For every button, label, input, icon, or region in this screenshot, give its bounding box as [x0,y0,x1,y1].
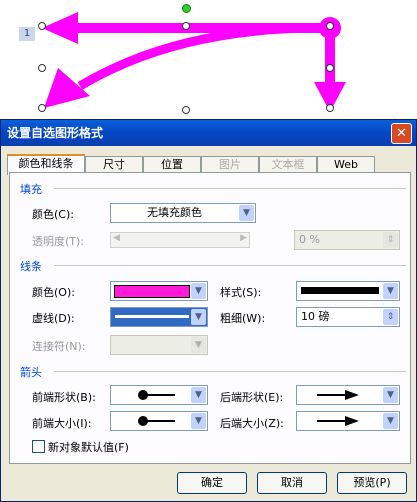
chevron-down-icon[interactable]: ▼ [191,387,206,403]
arrow-shapes[interactable] [0,0,417,120]
chevron-left-icon: ◀ [113,233,120,243]
chevron-down-icon[interactable]: ▼ [239,205,254,221]
begin-style-label: 前端形状(B): [32,391,96,404]
end-size-select[interactable]: ▼ [296,411,400,431]
dash-preview [115,315,189,318]
line-color-select[interactable]: ▼ [110,281,208,301]
dash-label: 虚线(D): [32,312,75,325]
transparency-value: 0 % [299,233,320,246]
resize-handle-bm[interactable] [182,106,190,114]
end-size-label: 后端大小(Z): [220,417,284,430]
spin-icon[interactable]: ⇕ [383,309,398,325]
divider [54,371,406,372]
begin-size-label: 前端大小(I): [32,417,92,430]
ok-button[interactable]: 确定 [177,472,247,494]
transparency-input: 0 % ⇕ [294,230,400,250]
rotation-handle[interactable] [182,4,191,13]
resize-handle-tm[interactable] [182,22,190,30]
end-style-select[interactable]: ▼ [296,385,400,405]
arrowhead-icon [317,390,359,400]
cancel-button[interactable]: 取消 [257,472,327,494]
line-weight-label: 粗细(W): [220,312,266,325]
transparency-label: 透明度(T): [32,235,85,248]
chevron-down-icon[interactable]: ▼ [383,283,398,299]
preview-button[interactable]: 预览(P) [337,472,407,494]
resize-handle-bl[interactable] [38,104,46,112]
fill-color-value: 无填充颜色 [147,206,202,219]
dash-select[interactable]: ▼ [110,307,208,327]
fill-section-title: 填充 [20,183,42,196]
chevron-down-icon: ▼ [191,337,206,353]
resize-handle-mr[interactable] [326,64,334,72]
line-weight-input[interactable]: 10 磅 ⇕ [296,307,400,327]
fill-color-label: 颜色(C): [32,208,74,221]
connector-select: ▼ [110,335,208,355]
line-style-select[interactable]: ▼ [296,281,400,301]
line-color-swatch [114,285,190,298]
format-autoshape-dialog: 设置自选图形格式 ✕ 颜色和线条 尺寸 位置 图片 文本框 Web 填充 颜色(… [0,119,417,502]
begin-size-select[interactable]: ▼ [110,411,208,431]
resize-handle-ml[interactable] [38,64,46,72]
arrowhead-icon [317,416,359,426]
divider [54,188,406,189]
tab-position[interactable]: 位置 [143,156,201,173]
transparency-slider: ◀ ▶ [110,232,250,248]
resize-handle-tr[interactable] [326,22,334,30]
chevron-down-icon[interactable]: ▼ [191,309,206,325]
chevron-down-icon[interactable]: ▼ [383,387,398,403]
oval-arrow-icon [138,416,175,426]
dialog-title[interactable]: 设置自选图形格式 [1,120,416,146]
connector-label: 连接符(N): [32,340,86,353]
colors-lines-panel: 填充 颜色(C): 无填充颜色 ▼ 透明度(T): ◀ ▶ 0 % ⇕ 线条 颜… [9,172,411,464]
begin-style-select[interactable]: ▼ [110,385,208,405]
shape-anchor-marker: 1 [19,27,35,41]
chevron-down-icon[interactable]: ▼ [383,413,398,429]
chevron-down-icon[interactable]: ▼ [191,283,206,299]
fill-color-select[interactable]: 无填充颜色 ▼ [110,203,256,223]
resize-handle-br[interactable] [326,104,334,112]
close-icon[interactable]: ✕ [391,123,412,144]
tab-picture: 图片 [201,156,259,173]
default-checkbox-label[interactable]: 新对象默认值(F) [48,439,129,455]
line-color-label: 颜色(O): [32,286,75,299]
tab-textbox: 文本框 [259,156,317,173]
chevron-down-icon[interactable]: ▼ [191,413,206,429]
chevron-right-icon: ▶ [240,233,247,243]
default-for-new-objects-checkbox[interactable] [32,440,45,453]
drawing-canvas: 1 [0,0,417,120]
tab-web[interactable]: Web [317,156,375,173]
line-style-label: 样式(S): [220,286,262,299]
line-weight-value: 10 磅 [301,310,330,323]
arrows-section-title: 箭头 [20,366,42,379]
tab-size[interactable]: 尺寸 [85,156,143,173]
line-section-title: 线条 [20,260,42,273]
oval-arrow-icon [138,390,175,400]
end-style-label: 后端形状(E): [220,391,284,404]
line-style-preview [301,287,379,294]
divider [54,265,406,266]
spin-icon: ⇕ [383,232,398,248]
resize-handle-tl[interactable] [38,22,46,30]
